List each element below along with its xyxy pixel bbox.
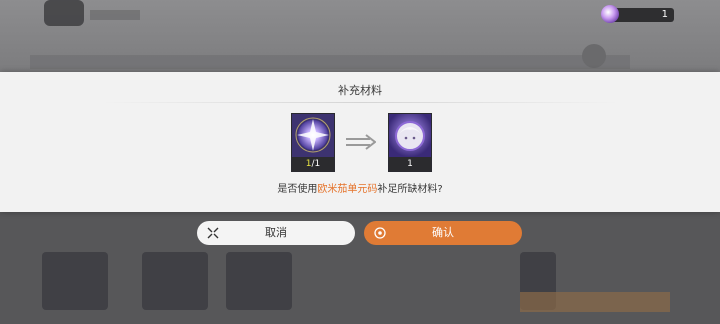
question-item-name: 欧米茄单元码 <box>317 184 378 195</box>
background-text-blur <box>90 10 140 20</box>
currency-counter[interactable]: 1 <box>601 5 674 23</box>
material-need-count: /1 <box>311 159 321 169</box>
purple-gem-icon <box>601 5 619 23</box>
purple-crystal-material-icon <box>292 114 334 157</box>
cancel-button[interactable]: 取消 <box>197 221 355 245</box>
double-arrow-right-icon <box>346 134 376 150</box>
character-rune-portrait-icon <box>389 114 431 157</box>
background-card <box>226 252 292 310</box>
background-bottom-scene <box>0 212 720 324</box>
target-item[interactable]: 1 <box>388 113 432 172</box>
background-logo <box>44 0 84 26</box>
material-count: 1/1 <box>292 157 334 171</box>
cancel-button-label: 取消 <box>265 226 287 239</box>
confirm-button[interactable]: 确认 <box>364 221 522 245</box>
target-count: 1 <box>389 157 431 171</box>
background-card <box>142 252 208 310</box>
question-suffix: 补足所缺材料? <box>377 184 443 195</box>
background-orange-bar <box>520 292 670 312</box>
close-icon <box>207 227 219 239</box>
confirm-question: 是否使用欧米茄单元码补足所缺材料? <box>0 180 720 195</box>
background-band <box>30 55 630 69</box>
currency-value: 1 <box>661 9 668 20</box>
background-card <box>42 252 108 310</box>
supplement-materials-dialog: 补充材料 1/1 1 是否使用欧米茄单元码补足所缺材料? <box>0 72 720 212</box>
confirm-button-label: 确认 <box>432 226 454 239</box>
confirm-circle-icon <box>374 227 386 239</box>
dialog-title: 补充材料 <box>338 84 382 97</box>
background-circle <box>582 44 606 68</box>
title-divider <box>100 102 620 103</box>
question-prefix: 是否使用 <box>277 184 318 195</box>
source-material-item[interactable]: 1/1 <box>291 113 335 172</box>
